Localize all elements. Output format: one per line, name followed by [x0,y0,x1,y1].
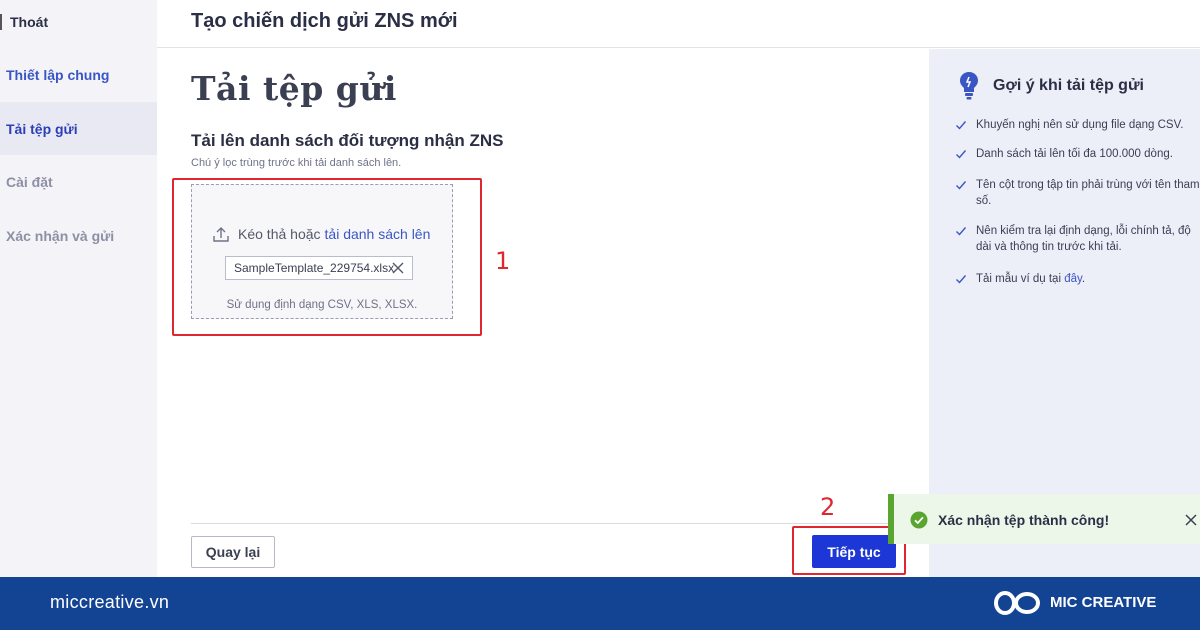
hint-text: Tên cột trong tập tin phải trùng với tên… [976,179,1200,207]
footer-site: miccreative.vn [50,592,170,612]
exit-link[interactable]: Thoát [0,8,48,36]
check-icon [956,181,967,190]
lightbulb-icon [960,72,978,100]
uploaded-file-chip: SampleTemplate_229754.xlsx [225,256,413,280]
hints-header: Gợi ý khi tải tệp gửi [959,71,1144,101]
brand-footer: miccreative.vn MIC CREATIVE [0,577,1200,630]
sidebar: Thoát Thiết lập chung Tải tệp gửi Cài đặ… [0,0,157,577]
hint-item-sample: Tải mẫu ví dụ tại đây. [955,271,1200,287]
main-panel: Tải tệp gửi Tải lên danh sách đối tượng … [157,49,929,577]
continue-button[interactable]: Tiếp tục [812,535,896,568]
toast-message: Xác nhận tệp thành công! [938,512,1110,528]
sidebar-step-settings[interactable]: Cài đặt [0,155,157,208]
hint-item: Khuyến nghị nên sử dụng file dạng CSV. [955,117,1200,133]
upload-icon [213,227,229,242]
check-icon [956,275,967,284]
hint-text: Danh sách tải lên tối đa 100.000 dòng. [976,148,1173,160]
exit-icon [0,14,4,30]
close-icon[interactable] [390,260,406,276]
annotation-marker-1: 1 [495,247,511,275]
header: Tạo chiến dịch gửi ZNS mới [157,0,1200,48]
hints-title: Gợi ý khi tải tệp gửi [993,77,1144,94]
footer-divider [191,523,927,524]
dropzone-formats: Sử dụng định dạng CSV, XLS, XLSX. [226,299,418,311]
hint-text: Nên kiểm tra lại định dạng, lỗi chính tả… [976,225,1191,253]
hint-text: Tải mẫu ví dụ tại đây. [976,271,1085,287]
close-icon[interactable] [1184,513,1198,527]
check-icon [956,121,967,130]
file-dropzone[interactable]: Kéo thả hoặc tải danh sách lên SampleTem… [191,184,453,319]
annotation-marker-2: 2 [820,493,836,521]
exit-label: Thoát [10,14,49,30]
brand-logo-icon [994,591,1040,615]
sample-download-link[interactable]: đây [1064,273,1082,285]
page-title: Tải tệp gửi [191,69,397,108]
back-button[interactable]: Quay lại [191,536,275,568]
dropzone-prompt-line: Kéo thả hoặc tải danh sách lên [212,225,430,243]
dropzone-prompt: Kéo thả hoặc [238,226,321,242]
footer-brand: MIC CREATIVE [1050,594,1157,611]
hint-item: Danh sách tải lên tối đa 100.000 dòng. [955,146,1200,162]
step-label: Xác nhận và gửi [6,227,115,244]
section-note: Chú ý lọc trùng trước khi tải danh sách … [191,157,402,169]
step-label: Tải tệp gửi [6,120,78,137]
hint-item: Tên cột trong tập tin phải trùng với tên… [955,177,1200,209]
success-toast: Xác nhận tệp thành công! [888,494,1200,544]
sidebar-step-general-settings[interactable]: Thiết lập chung [0,48,157,101]
success-check-icon [910,511,928,529]
step-label: Cài đặt [6,173,53,190]
upload-list-link[interactable]: tải danh sách lên [325,226,431,242]
header-title: Tạo chiến dịch gửi ZNS mới [191,10,458,32]
sample-prefix: Tải mẫu ví dụ tại [976,273,1062,285]
file-name: SampleTemplate_229754.xlsx [234,261,395,275]
check-icon [956,227,967,236]
hint-item: Nên kiểm tra lại định dạng, lỗi chính tả… [955,223,1200,255]
step-label: Thiết lập chung [6,66,110,83]
hint-text: Khuyến nghị nên sử dụng file dạng CSV. [976,119,1184,131]
sample-suffix: . [1081,273,1086,285]
check-icon [956,150,967,159]
sidebar-step-confirm-send[interactable]: Xác nhận và gửi [0,209,157,262]
sidebar-step-upload-file[interactable]: Tải tệp gửi [0,102,157,155]
section-title: Tải lên danh sách đối tượng nhận ZNS [191,131,504,150]
